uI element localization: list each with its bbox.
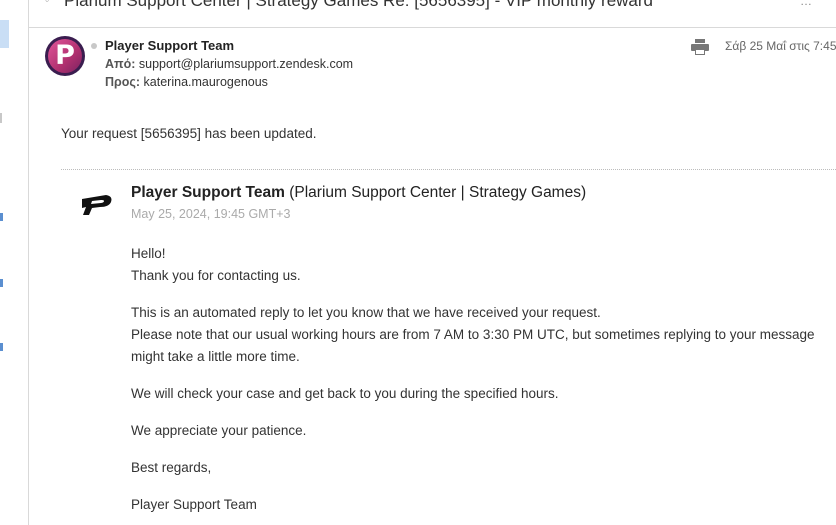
- subject-title: Plarium Support Center | Strategy Games …: [64, 0, 653, 10]
- body-line: We will check your case and get back to …: [131, 386, 559, 401]
- sender-name[interactable]: Player Support Team: [105, 38, 234, 53]
- body-line: This is an automated reply to let you kn…: [131, 305, 601, 320]
- from-line: Από: support@plariumsupport.zendesk.com: [105, 57, 353, 71]
- body-line: We appreciate your patience.: [131, 423, 307, 438]
- rail-item[interactable]: [0, 343, 3, 351]
- rail-item[interactable]: [0, 113, 2, 123]
- from-label: Από:: [105, 57, 136, 71]
- rail-selected-item[interactable]: [0, 20, 9, 48]
- message-timestamp: May 25, 2024, 19:45 GMT+3: [131, 207, 291, 221]
- left-rail: [0, 0, 29, 525]
- to-address[interactable]: katerina.maurogenous: [144, 75, 268, 89]
- body-line: Best regards,: [131, 460, 212, 475]
- avatar-letter: P: [55, 40, 75, 71]
- divider: [61, 169, 836, 170]
- rail-item[interactable]: [0, 279, 3, 287]
- body-line: Thank you for contacting us.: [131, 268, 301, 283]
- author-name: Player Support Team: [131, 184, 285, 201]
- rail-item[interactable]: [0, 213, 3, 221]
- message-author: Player Support Team (Plarium Support Cen…: [131, 184, 586, 202]
- to-line: Προς: katerina.maurogenous: [105, 75, 268, 89]
- from-address[interactable]: support@plariumsupport.zendesk.com: [139, 57, 353, 71]
- unread-dot-icon: [91, 43, 97, 49]
- subject-bar: ◦ Plarium Support Center | Strategy Game…: [28, 0, 836, 28]
- body-line: Hello!: [131, 246, 166, 261]
- avatar[interactable]: P: [45, 36, 85, 76]
- body-line: Please note that our usual working hours…: [131, 327, 815, 342]
- update-notice: Your request [5656395] has been updated.: [61, 126, 317, 141]
- signature: Player Support Team: [131, 497, 257, 512]
- plarium-logo-icon: [82, 195, 112, 215]
- to-label: Προς:: [105, 75, 141, 89]
- more-icon[interactable]: …: [800, 0, 812, 8]
- author-org: (Plarium Support Center | Strategy Games…: [284, 184, 587, 201]
- subject-bullet-icon: ◦: [45, 0, 50, 7]
- body-line: might take a little more time.: [131, 349, 300, 364]
- print-icon[interactable]: [691, 39, 709, 55]
- message-date: Σάβ 25 Μαΐ στις 7:45: [725, 39, 836, 53]
